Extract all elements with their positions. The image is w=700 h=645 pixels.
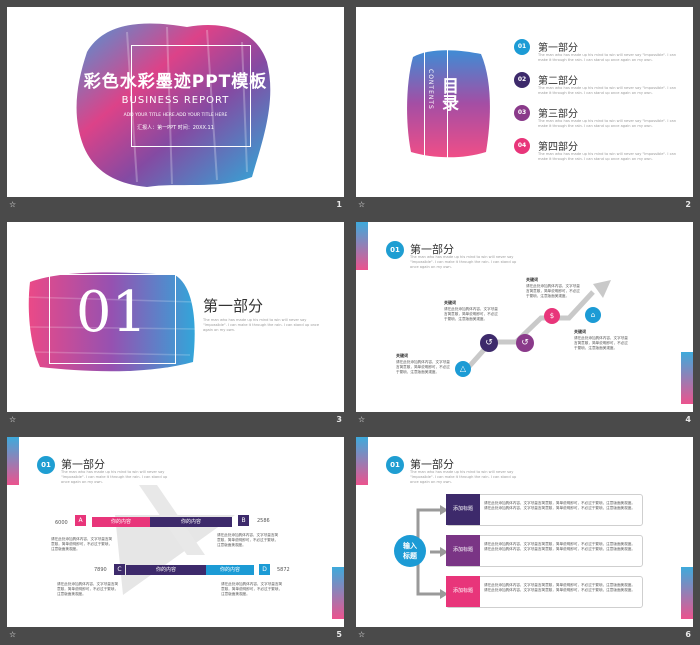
subtitle: BUSINESS REPORT (121, 95, 230, 106)
corner-ink-top-left (356, 222, 368, 270)
toc-desc: The man who has made up his mind to win … (538, 119, 677, 128)
toc-number: 02 (514, 72, 530, 88)
slide-number: 1 (336, 200, 342, 209)
toc-number: 04 (514, 138, 530, 154)
toc-item-2[interactable]: 02 第二部分 The man who has made up his mind… (514, 72, 684, 102)
keyword-1-text: 请在此处添加具体内容，文字尽量言简意赅，简单说明即可，不必过于繁琐，注意版面美观… (396, 360, 450, 374)
toc-item-3[interactable]: 03 第三部分 The man who has made up his mind… (514, 105, 684, 135)
caption-4: ☆ 4 (356, 414, 693, 428)
toc-item-4[interactable]: 04 第四部分 The man who has made up his mind… (514, 138, 684, 168)
band-a-label: 你的内容 (110, 519, 131, 525)
slide-number: 4 (685, 415, 691, 424)
star-icon: ☆ (9, 415, 17, 424)
slide-number: 3 (336, 415, 342, 424)
header-number: 01 (386, 456, 404, 474)
section-number: 01 (75, 280, 148, 345)
slide-3[interactable]: 01 第一部分 The man who has made up his mind… (7, 222, 344, 412)
toc-number: 03 (514, 105, 530, 121)
toc-desc: The man who has made up his mind to win … (538, 152, 677, 161)
step-icon-4: $ (544, 308, 560, 324)
keyword-3-text: 请在此处添加具体内容，文字尽量言简意赅，简单说明即可，不必过于繁琐，注意版面美观… (526, 284, 580, 298)
keyword-4-text: 请在此处添加具体内容，文字尽量言简意赅，简单说明即可，不必过于繁琐，注意版面美观… (574, 336, 628, 350)
section-title: 第一部分 (203, 297, 264, 315)
star-icon: ☆ (358, 630, 366, 639)
toc-desc: The man who has made up his mind to win … (538, 53, 677, 62)
caption-2: ☆ 2 (356, 199, 693, 213)
toc-number: 01 (514, 39, 530, 55)
band-b-label: 你的内容 (180, 519, 201, 525)
toc-desc: The man who has made up his mind to win … (538, 86, 677, 95)
toc-label: 第二部分 (538, 76, 578, 87)
star-icon: ☆ (358, 200, 366, 209)
keyword-4: 关键词 (574, 329, 586, 334)
step-icon-2: ↺ (480, 334, 498, 352)
section-desc: The man who has made up his mind to win … (203, 318, 320, 332)
item-text-3: 请在此处添加具体内容，文字尽量言简意赅，简单说明即可，不必过于繁琐，注意版面美观… (484, 583, 635, 592)
item-tag-1: 添加标题 (446, 494, 480, 525)
keyword-1: 关键词 (396, 353, 408, 358)
corner-ink-top-left (7, 437, 19, 485)
reporter-line: 汇报人：第一PPT 时间：20XX.11 (137, 125, 214, 131)
slide-1[interactable]: 彩色水彩墨迹PPT模板 BUSINESS REPORT ADD YOUR TIT… (7, 7, 344, 197)
item-text-1: 请在此处添加具体内容，文字尽量言简意赅，简单说明即可，不必过于繁琐，注意版面美观… (484, 501, 635, 510)
item-tag-3: 添加标题 (446, 576, 480, 607)
slide-5[interactable]: 01 第一部分 The man who has made up his mind… (7, 437, 344, 627)
header-number: 01 (386, 241, 404, 259)
letter-c: C (114, 564, 125, 575)
small-title: ADD YOUR TITLE HERE.ADD YOUR TITLE HERE (123, 113, 228, 118)
toc-label: 第一部分 (538, 43, 578, 54)
keyword-2-text: 请在此处添加具体内容，文字尽量言简意赅，简单说明即可，不必过于繁琐，注意版面美观… (444, 307, 498, 321)
caption-1: ☆ 1 (7, 199, 344, 213)
band-c-label: 你的内容 (155, 567, 176, 573)
text-c: 请在此处添加具体内容，文字尽量言简意赅，简单说明即可，不必过于繁琐，注意版面美观… (57, 582, 119, 596)
slide-number: 6 (685, 630, 691, 639)
header-desc: The man who has made up his mind to win … (410, 255, 517, 269)
contents-heading-en: CONTENTS (427, 69, 434, 110)
toc-label: 第四部分 (538, 142, 578, 153)
keyword-3: 关键词 (526, 277, 538, 282)
caption-3: ☆ 3 (7, 414, 344, 428)
keyword-2: 关键词 (444, 300, 456, 305)
text-d: 请在此处添加具体内容，文字尽量言简意赅，简单说明即可，不必过于繁琐，注意版面美观… (221, 582, 283, 596)
header-desc: The man who has made up his mind to win … (410, 470, 517, 484)
value-c: 7890 (94, 567, 107, 573)
star-icon: ☆ (9, 630, 17, 639)
caption-6: ☆ 6 (356, 629, 693, 643)
corner-ink-bottom-right (681, 567, 693, 619)
item-tag-2: 添加标题 (446, 535, 480, 566)
step-icon-5: ⌂ (585, 307, 601, 323)
value-d: 5872 (277, 567, 290, 573)
center-title: 输入 标题 (403, 542, 417, 560)
letter-d: D (259, 564, 270, 575)
star-icon: ☆ (9, 200, 17, 209)
step-icon-3: ↺ (516, 334, 534, 352)
band-d-label: 你的内容 (219, 567, 240, 573)
slide-2[interactable]: 目录 CONTENTS 01 第一部分 The man who has made… (356, 7, 693, 197)
step-icon-1: △ (455, 361, 471, 377)
corner-ink-top-left (356, 437, 368, 485)
slide-4[interactable]: 01 第一部分 The man who has made up his mind… (356, 222, 693, 412)
value-a: 6000 (55, 520, 68, 526)
header-desc: The man who has made up his mind to win … (61, 470, 168, 484)
slide-number: 5 (336, 630, 342, 639)
text-a: 请在此处添加具体内容，文字尽量言简意赅，简单说明即可，不必过于繁琐，注意版面美观… (51, 537, 113, 551)
text-b: 请在此处添加具体内容，文字尽量言简意赅，简单说明即可，不必过于繁琐，注意版面美观… (217, 533, 279, 547)
letter-a: A (75, 515, 86, 526)
contents-heading: 目录 (438, 77, 458, 111)
star-icon: ☆ (358, 415, 366, 424)
corner-ink-bottom-right (681, 352, 693, 404)
toc-item-1[interactable]: 01 第一部分 The man who has made up his mind… (514, 39, 684, 69)
caption-5: ☆ 5 (7, 629, 344, 643)
slide-number: 2 (685, 200, 691, 209)
slide-6[interactable]: 01 第一部分 The man who has made up his mind… (356, 437, 693, 627)
item-text-2: 请在此处添加具体内容，文字尽量言简意赅，简单说明即可，不必过于繁琐，注意版面美观… (484, 542, 635, 551)
header-number: 01 (37, 456, 55, 474)
corner-ink-bottom-right (332, 567, 344, 619)
value-b: 2586 (257, 518, 270, 524)
letter-b: B (238, 515, 249, 526)
main-title: 彩色水彩墨迹PPT模板 (83, 72, 268, 92)
toc-label: 第三部分 (538, 109, 578, 120)
